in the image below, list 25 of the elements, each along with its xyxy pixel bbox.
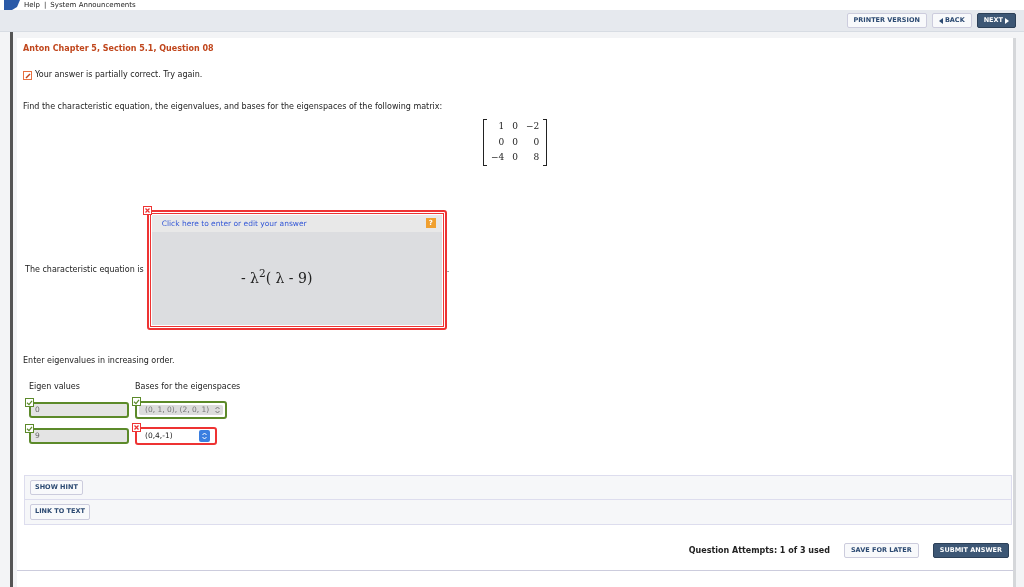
instruction-text: Enter eigenvalues in increasing order.: [23, 354, 176, 367]
matrix-entry: 1: [497, 120, 505, 133]
right-triangle-icon: [1005, 17, 1009, 24]
matrix-entry: 0: [512, 151, 518, 164]
matrix-entry: 0: [512, 120, 518, 133]
updown-arrows-icon: [215, 405, 221, 414]
matrix-entry: −4: [491, 151, 505, 164]
matrix-entry: 0: [497, 135, 505, 149]
question-title: Anton Chapter 5, Section 5.1, Question 08: [23, 43, 215, 55]
column-header: Eigen values: [29, 380, 81, 393]
prompt-text: Find the characteristic equation, the eigenvalues, and bases for the eigenspaces of the following matrix:: [23, 101, 444, 113]
column-header: Bases for the eigenspaces: [135, 380, 241, 393]
attempts-text: Question Attempts: 1 of 3 used: [688, 544, 830, 557]
equation-label: The characteristic equation is: [25, 263, 144, 276]
left-bracket: [483, 119, 487, 166]
math-expression: - λ$^{2}$( λ - 9): [239, 265, 314, 288]
matrix-entry: −2: [526, 120, 540, 133]
matrix-entry: 8: [532, 151, 540, 164]
updown-arrows-icon: [199, 429, 210, 442]
left-triangle-icon: [938, 17, 943, 24]
period-text: .: [446, 263, 450, 276]
feedback-text: Your answer is partially correct. Try again.: [35, 69, 203, 81]
matrix-entry: 0: [512, 135, 518, 149]
matrix-entry: 0: [532, 135, 540, 149]
right-bracket: [543, 119, 548, 166]
